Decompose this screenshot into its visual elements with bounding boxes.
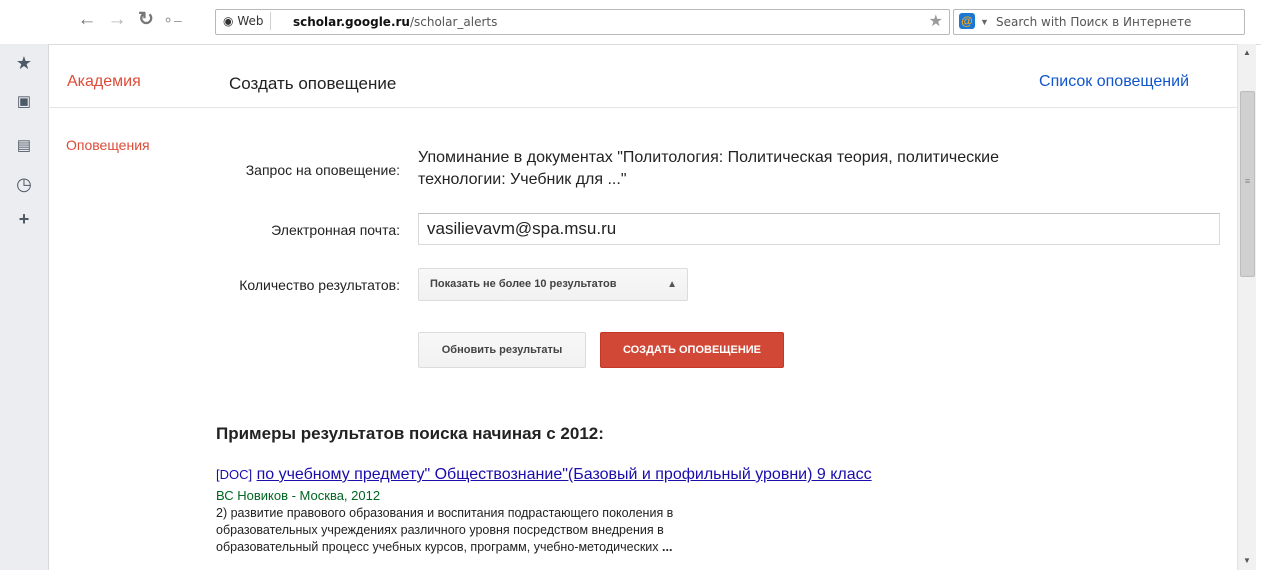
reload-icon[interactable]: ↻: [135, 9, 157, 31]
page-scrollbar[interactable]: ▲ ≡ ▼: [1237, 44, 1256, 570]
email-field[interactable]: [418, 213, 1220, 245]
alert-query-text: Упоминание в документах "Политология: По…: [418, 147, 1138, 191]
result-title-link[interactable]: по учебному предмету" Обществознание"(Ба…: [257, 466, 872, 483]
doc-type-tag: [DOC]: [216, 467, 253, 482]
search-chip-label: Web: [237, 14, 264, 28]
add-icon[interactable]: +: [13, 208, 35, 230]
count-label: Количество результатов:: [239, 277, 400, 293]
history-clock-icon[interactable]: ◷: [13, 173, 35, 195]
url-domain: scholar.google.ru: [293, 15, 410, 29]
create-alert-button[interactable]: СОЗДАТЬ ОПОВЕЩЕНИЕ: [600, 332, 784, 368]
snippet-ellipsis: ...: [662, 540, 673, 554]
globe-icon: ◉: [223, 14, 234, 28]
page-title: Создать оповещение: [229, 74, 397, 93]
results-count-select[interactable]: Показать не более 10 результатов ▲︎: [418, 268, 688, 301]
scholar-header: Академия Создать оповещение Список опове…: [48, 55, 1237, 108]
result-title: [DOC] по учебному предмету" Обществознан…: [216, 466, 872, 484]
back-arrow-icon[interactable]: ←: [76, 9, 98, 31]
snippet-line: 2) развитие правового образования и восп…: [216, 506, 674, 520]
pocket-icon[interactable]: ▤: [13, 135, 35, 157]
result-snippet: 2) развитие правового образования и восп…: [216, 505, 836, 556]
chevron-down-icon[interactable]: ▼: [980, 10, 989, 34]
alerts-list-link[interactable]: Список оповещений: [1039, 73, 1189, 91]
bookmark-star-icon[interactable]: ★: [929, 11, 943, 33]
examples-heading: Примеры результатов поиска начиная с 201…: [216, 424, 604, 443]
query-line: технологии: Учебник для ...": [418, 171, 627, 188]
query-line: Упоминание в документах "Политология: По…: [418, 149, 999, 166]
sidebar-item-alerts[interactable]: Оповещения: [66, 137, 150, 153]
result-authors: ВС Новиков - Москва, 2012: [216, 488, 381, 503]
key-icon[interactable]: ⚬–: [161, 9, 183, 31]
note-icon[interactable]: ▣: [13, 91, 35, 113]
search-engine-icon[interactable]: @: [959, 13, 975, 29]
address-bar[interactable]: ◉ Web scholar.google.ru/scholar_alerts ★: [215, 9, 950, 35]
star-icon[interactable]: ★: [13, 52, 35, 74]
grip-icon: ≡: [1244, 176, 1251, 186]
browser-search-box[interactable]: @ ▼ Search with Поиск в Интернете: [953, 9, 1245, 35]
browser-sidebar: ★ ▣ ▤ ◷ +: [0, 44, 49, 570]
url-path: /scholar_alerts: [409, 15, 498, 29]
scrollbar-thumb[interactable]: ≡: [1240, 91, 1255, 277]
search-placeholder: Search with Поиск в Интернете: [996, 15, 1192, 29]
snippet-text: образовательный процесс учебных курсов, …: [216, 540, 659, 554]
scholar-logo-link[interactable]: Академия: [67, 73, 141, 91]
scroll-up-arrow-icon[interactable]: ▲: [1238, 46, 1256, 60]
scroll-down-arrow-icon[interactable]: ▼: [1238, 554, 1256, 568]
email-label: Электронная почта:: [271, 222, 400, 238]
snippet-line-last: образовательный процесс учебных курсов, …: [216, 539, 836, 556]
query-label: Запрос на оповещение:: [245, 162, 400, 178]
search-chip[interactable]: ◉ Web: [218, 12, 272, 30]
snippet-line: образовательных учреждениях различного у…: [216, 523, 664, 537]
results-count-value: Показать не более 10 результатов: [430, 278, 617, 290]
select-arrows-icon: ▲︎: [667, 279, 677, 290]
forward-arrow-icon[interactable]: →: [106, 9, 128, 31]
browser-toolbar: ← → ↻ ⚬– ◉ Web scholar.google.ru/scholar…: [0, 0, 1261, 45]
update-results-button[interactable]: Обновить результаты: [418, 332, 586, 368]
url-text[interactable]: scholar.google.ru/scholar_alerts: [293, 10, 497, 34]
